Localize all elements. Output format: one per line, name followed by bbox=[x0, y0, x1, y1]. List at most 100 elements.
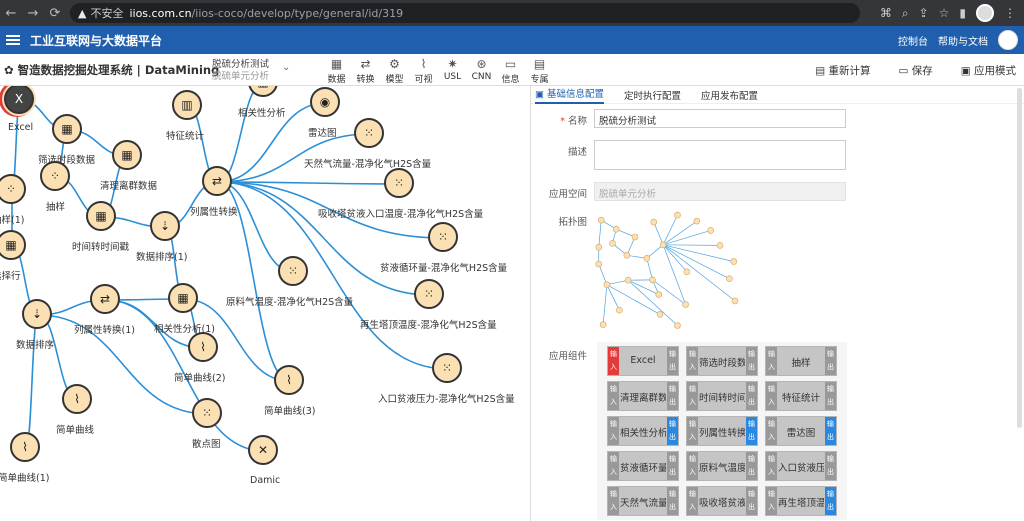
workflow-node[interactable]: ⇄ bbox=[202, 166, 232, 196]
workflow-node[interactable]: ⁙ bbox=[354, 118, 384, 148]
workflow-node[interactable]: ⌇ bbox=[62, 384, 92, 414]
output-port-label-top: 输 bbox=[748, 420, 755, 428]
topology-node bbox=[656, 311, 664, 318]
topology-node bbox=[682, 301, 689, 308]
workflow-node[interactable]: ⁙ bbox=[278, 256, 308, 286]
workflow-node[interactable]: ⌇ bbox=[10, 432, 40, 462]
tool-transform[interactable]: ⇄ 转换 bbox=[351, 56, 380, 85]
user-avatar[interactable] bbox=[998, 30, 1018, 50]
app-mode-button[interactable]: ▣ 应用模式 bbox=[961, 63, 1016, 78]
component-item[interactable]: 输入 抽样 输出 bbox=[765, 346, 837, 376]
component-item[interactable]: 输入天然气流量输出 bbox=[607, 486, 679, 516]
tab-publish[interactable]: 应用发布配置 bbox=[701, 88, 758, 102]
tool-chart[interactable]: ⌇ 可视 bbox=[409, 56, 438, 85]
workflow-canvas[interactable]: XExcel▦筛选时段数据▦清理离群数据⁘抽样⁘抽样(1)▦时间转时间戳⇣数据排… bbox=[0, 86, 530, 521]
output-port-label-top: 输 bbox=[669, 385, 676, 393]
component-item[interactable]: 输入 Excel 输出 bbox=[607, 346, 679, 376]
component-item[interactable]: 输入雷达图输出 bbox=[765, 416, 837, 446]
chevron-down-icon[interactable]: ⌄ bbox=[282, 62, 290, 73]
tool-info[interactable]: ▭ 信息 bbox=[496, 56, 525, 85]
forward-icon[interactable]: → bbox=[22, 6, 44, 21]
workflow-node[interactable]: ⇣ bbox=[150, 211, 180, 241]
workflow-node[interactable]: ▦ bbox=[112, 140, 142, 170]
console-link[interactable]: 控制台 bbox=[898, 33, 928, 48]
output-port: 输出 bbox=[667, 487, 678, 515]
topology-thumbnail bbox=[595, 211, 739, 329]
name-input[interactable]: 脱硫分析测试 bbox=[594, 109, 846, 128]
workflow-node[interactable]: ⁙ bbox=[192, 398, 222, 428]
browser-menu-icon[interactable]: ⋮ bbox=[1004, 6, 1016, 20]
component-item[interactable]: 输入筛选时段数输出 bbox=[686, 346, 758, 376]
component-item[interactable]: 输入特征统计输出 bbox=[765, 381, 837, 411]
component-item[interactable]: 输入再生塔顶温输出 bbox=[765, 486, 837, 516]
component-item[interactable]: 输入贫液循环量输出 bbox=[607, 451, 679, 481]
workflow-node[interactable]: ✕ bbox=[248, 435, 278, 465]
reload-icon[interactable]: ⟳ bbox=[44, 6, 66, 21]
help-link[interactable]: 帮助与文档 bbox=[938, 33, 988, 48]
save-label: 保存 bbox=[911, 65, 933, 77]
workflow-node[interactable]: ⁙ bbox=[384, 168, 414, 198]
tab-basic-info[interactable]: ▣ 基础信息配置 bbox=[535, 86, 605, 104]
workflow-node[interactable]: ▦ bbox=[52, 114, 82, 144]
workflow-node[interactable]: ▦ bbox=[168, 283, 198, 313]
star-icon[interactable]: ☆ bbox=[939, 6, 950, 20]
browser-profile-avatar[interactable] bbox=[976, 4, 994, 22]
topology-node bbox=[631, 233, 639, 241]
workflow-node[interactable]: ⁙ bbox=[428, 222, 458, 252]
address-bar[interactable]: ▲ 不安全 iios.com.cn /iios-coco/develop/typ… bbox=[70, 3, 860, 23]
tool-usl[interactable]: ✷ USL bbox=[438, 56, 467, 85]
input-port: 输入 bbox=[687, 382, 698, 410]
tab-schedule[interactable]: 定时执行配置 bbox=[624, 88, 681, 102]
workflow-node[interactable]: ⁘ bbox=[40, 161, 70, 191]
workflow-node-label: Excel bbox=[8, 122, 34, 133]
app-space-input: 脱硫单元分析 bbox=[594, 182, 846, 201]
tool-cnn[interactable]: ⊛ CNN bbox=[467, 56, 496, 85]
output-port-label-bottom: 出 bbox=[669, 363, 676, 371]
workflow-node[interactable]: ⁙ bbox=[432, 353, 462, 383]
component-item[interactable]: 输入原料气温度输出 bbox=[686, 451, 758, 481]
topology-node bbox=[599, 321, 607, 328]
sidebar-icon[interactable]: ▮ bbox=[959, 6, 966, 20]
topology-edge bbox=[606, 284, 661, 315]
component-item[interactable]: 输入吸收塔贫液输出 bbox=[686, 486, 758, 516]
component-item[interactable]: 输入时间转时间输出 bbox=[686, 381, 758, 411]
tool-model[interactable]: ⚙ 模型 bbox=[380, 56, 409, 85]
workflow-node-label: 相关性分析 bbox=[238, 108, 286, 119]
project-selector[interactable]: 脱硫分析测试 脱硫单元分析 bbox=[212, 59, 269, 83]
panel-scrollbar[interactable] bbox=[1017, 88, 1022, 428]
component-item[interactable]: 输入列属性转换输出 bbox=[686, 416, 758, 446]
tool-label: 信息 bbox=[501, 75, 520, 85]
workflow-node-label: 简单曲线 bbox=[56, 425, 95, 436]
workflow-node[interactable]: ◉ bbox=[310, 87, 340, 117]
back-icon[interactable]: ← bbox=[0, 6, 22, 21]
workflow-node[interactable]: ⌇ bbox=[188, 332, 218, 362]
workflow-node[interactable]: ▥ bbox=[172, 90, 202, 120]
component-item[interactable]: 输入入口贫液压输出 bbox=[765, 451, 837, 481]
recalculate-button[interactable]: ▤ 重新计算 bbox=[815, 63, 870, 78]
topology-edge bbox=[598, 220, 602, 248]
component-item[interactable]: 输入清理离群数输出 bbox=[607, 381, 679, 411]
save-button[interactable]: ▭ 保存 bbox=[898, 63, 932, 78]
workflow-node[interactable]: ⁙ bbox=[414, 279, 444, 309]
topology-edge bbox=[662, 244, 730, 280]
translate-icon[interactable]: ⌘ bbox=[880, 6, 892, 20]
output-port-label-top: 输 bbox=[748, 350, 755, 358]
tool-exclusive[interactable]: ▤ 专属 bbox=[525, 56, 554, 85]
topology-edge bbox=[627, 279, 678, 326]
input-port: 输入 bbox=[608, 417, 619, 445]
zoom-icon[interactable]: ⌕ bbox=[902, 6, 909, 21]
hamburger-menu-icon[interactable] bbox=[6, 33, 20, 47]
topology-node bbox=[612, 225, 620, 233]
workflow-node-label: 天然气流量-混净化气H2S含量 bbox=[304, 159, 432, 170]
workflow-node[interactable]: ⇣ bbox=[22, 299, 52, 329]
topology-edge bbox=[653, 221, 664, 245]
workflow-node[interactable]: ⇄ bbox=[90, 284, 120, 314]
output-port: 输出 bbox=[746, 417, 757, 445]
workflow-node[interactable]: ⌇ bbox=[274, 365, 304, 395]
workflow-node[interactable]: ▦ bbox=[86, 201, 116, 231]
component-item[interactable]: 输入相关性分析输出 bbox=[607, 416, 679, 446]
output-port-label-top: 输 bbox=[827, 490, 834, 498]
share-icon[interactable]: ⇪ bbox=[919, 6, 929, 20]
tool-database[interactable]: ▦ 数据 bbox=[322, 56, 351, 85]
description-textarea[interactable] bbox=[594, 140, 846, 170]
